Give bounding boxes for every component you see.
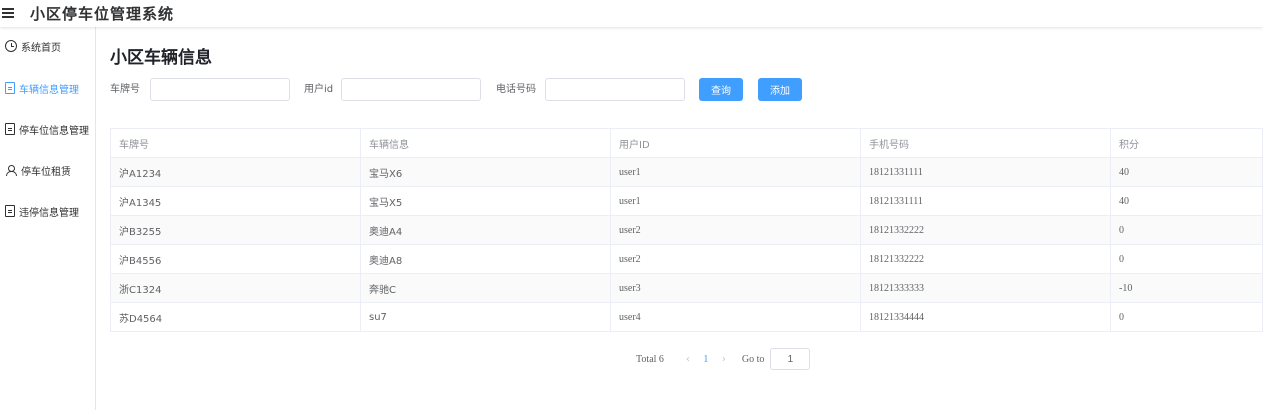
points-cell: 0	[1110, 244, 1263, 274]
sidebar-item-label: 停车位租赁	[21, 166, 71, 178]
userid-input[interactable]	[341, 78, 481, 101]
document-icon	[5, 205, 15, 217]
vehicle-cell: 奔驰C	[360, 273, 611, 303]
top-header: 小区停车位管理系统	[0, 0, 1263, 27]
table-header-row: 车牌号 车辆信息 用户ID 手机号码 积分	[110, 128, 1263, 158]
vehicle-table: 车牌号 车辆信息 用户ID 手机号码 积分 沪A1234 宝马X6 user1 …	[110, 128, 1263, 332]
table-row[interactable]: 沪B4556 奥迪A8 user2 18121332222 0	[110, 244, 1263, 274]
sidebar-item-label: 系统首页	[21, 42, 61, 54]
goto-page-input[interactable]	[770, 348, 811, 370]
sidebar-item-home[interactable]: 系统首页	[0, 36, 95, 56]
points-cell: 40	[1110, 157, 1263, 187]
plate-cell: 苏D4564	[110, 302, 361, 332]
sidebar-item-label: 车辆信息管理	[19, 84, 79, 96]
userid-cell: user1	[610, 186, 861, 216]
add-button[interactable]: 添加	[758, 78, 802, 101]
user-icon	[5, 164, 17, 176]
plate-cell: 沪B4556	[110, 244, 361, 274]
vehicle-cell: su7	[360, 302, 611, 332]
plate-input[interactable]	[150, 78, 290, 101]
pagination-total: Total 6	[636, 353, 664, 365]
userid-cell: user2	[610, 244, 861, 274]
prev-page-icon[interactable]: ‹	[678, 354, 698, 365]
table-row[interactable]: 浙C1324 奔驰C user3 18121333333 -10	[110, 273, 1263, 303]
userid-cell: user4	[610, 302, 861, 332]
column-header-vehicle[interactable]: 车辆信息	[360, 128, 611, 158]
userid-cell: user2	[610, 215, 861, 245]
main-content: 小区车辆信息 车牌号 用户id 电话号码 查询 添加 车牌号 车辆信息 用户ID…	[96, 27, 1263, 410]
column-header-userid[interactable]: 用户ID	[610, 128, 861, 158]
sidebar-item-parking-spaces[interactable]: 停车位信息管理	[0, 119, 95, 139]
document-icon	[5, 123, 15, 135]
phone-input[interactable]	[545, 78, 685, 101]
sidebar-item-label: 违停信息管理	[19, 207, 79, 219]
sidebar-item-vehicles[interactable]: 车辆信息管理	[0, 78, 95, 98]
points-cell: 40	[1110, 186, 1263, 216]
pagination: Total 6 ‹ 1 › Go to	[636, 348, 811, 370]
phone-label: 电话号码	[496, 84, 536, 95]
next-page-icon[interactable]: ›	[714, 354, 734, 365]
goto-label: Go to	[741, 353, 765, 365]
phone-cell: 18121333333	[860, 273, 1111, 303]
plate-cell: 沪B3255	[110, 215, 361, 245]
column-header-phone[interactable]: 手机号码	[860, 128, 1111, 158]
phone-cell: 18121331111	[860, 186, 1111, 216]
query-button[interactable]: 查询	[699, 78, 743, 101]
points-cell: 0	[1110, 302, 1263, 332]
points-cell: 0	[1110, 215, 1263, 245]
page-number-current[interactable]: 1	[698, 354, 714, 365]
clock-icon	[5, 40, 17, 52]
sidebar-item-violations[interactable]: 违停信息管理	[0, 201, 95, 221]
column-header-points[interactable]: 积分	[1110, 128, 1263, 158]
sidebar: 系统首页 车辆信息管理 停车位信息管理 停车位租赁 违停信息管理	[0, 27, 96, 410]
points-cell: -10	[1110, 273, 1263, 303]
userid-label: 用户id	[304, 84, 334, 95]
table-row[interactable]: 沪A1345 宝马X5 user1 18121331111 40	[110, 186, 1263, 216]
menu-icon[interactable]	[2, 8, 16, 19]
userid-cell: user1	[610, 157, 861, 187]
plate-cell: 沪A1234	[110, 157, 361, 187]
table-row[interactable]: 苏D4564 su7 user4 18121334444 0	[110, 302, 1263, 332]
phone-cell: 18121332222	[860, 244, 1111, 274]
app-title: 小区停车位管理系统	[30, 5, 175, 23]
vehicle-cell: 奥迪A8	[360, 244, 611, 274]
table-row[interactable]: 沪A1234 宝马X6 user1 18121331111 40	[110, 157, 1263, 187]
userid-cell: user3	[610, 273, 861, 303]
page-title: 小区车辆信息	[110, 48, 212, 68]
sidebar-item-label: 停车位信息管理	[19, 125, 89, 137]
phone-cell: 18121334444	[860, 302, 1111, 332]
phone-cell: 18121332222	[860, 215, 1111, 245]
table-row[interactable]: 沪B3255 奥迪A4 user2 18121332222 0	[110, 215, 1263, 245]
plate-cell: 沪A1345	[110, 186, 361, 216]
plate-cell: 浙C1324	[110, 273, 361, 303]
vehicle-cell: 宝马X6	[360, 157, 611, 187]
phone-cell: 18121331111	[860, 157, 1111, 187]
sidebar-item-rental[interactable]: 停车位租赁	[0, 160, 95, 180]
column-header-plate[interactable]: 车牌号	[110, 128, 361, 158]
document-icon	[5, 82, 15, 94]
vehicle-cell: 奥迪A4	[360, 215, 611, 245]
vehicle-cell: 宝马X5	[360, 186, 611, 216]
plate-label: 车牌号	[110, 84, 140, 95]
